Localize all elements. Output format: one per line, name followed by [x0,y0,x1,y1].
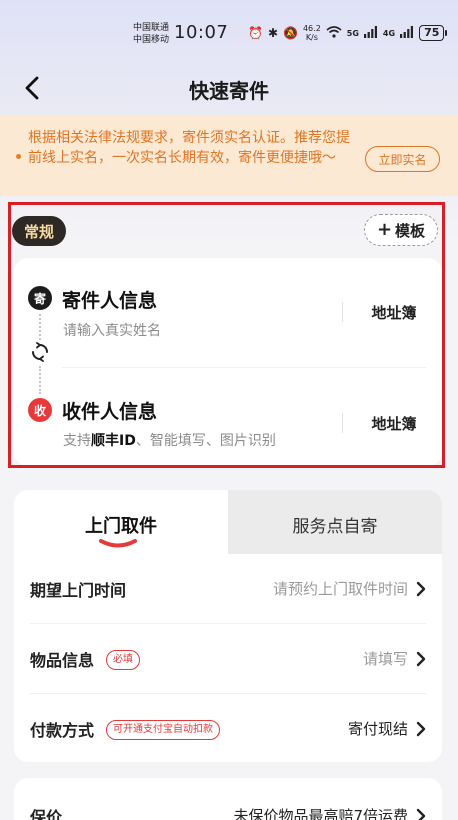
payment-method-row[interactable]: 付款方式 可开通支付宝自动扣款 寄付现结 [30,709,426,749]
pickup-time-row[interactable]: 期望上门时间 请预约上门取件时间 [30,569,426,609]
receiver-hint[interactable]: 支持顺丰ID、智能填写、图片识别 [63,430,276,450]
divider [30,693,426,694]
bluetooth-icon: ✱ [267,26,279,40]
battery-indicator: 75 [419,25,448,41]
status-icons: ⏰ ✱ 🔕 46.2 K/s 5G 4G 75 [248,22,448,44]
network-type-1: 5G [346,28,359,38]
template-button[interactable]: + 模板 [364,214,438,246]
row-label: 付款方式 [30,721,95,740]
chevron-right-icon [416,581,426,597]
nav-bar: 快速寄件 [0,66,458,110]
separator [342,413,343,433]
swap-icon[interactable] [30,342,50,362]
receiver-icon: 收 [28,398,52,422]
sender-icon: 寄 [28,286,52,310]
address-card: 寄 收 寄件人信息 请输入真实姓名 地址簿 收件人信息 支持顺丰ID、智能填写、… [14,258,442,466]
page-title: 快速寄件 [189,79,269,103]
row-label: 期望上门时间 [30,581,127,600]
divider [30,623,426,624]
tab-label: 服务点自寄 [292,517,378,537]
receiver-title[interactable]: 收件人信息 [62,397,157,424]
row-value: 寄付现结 [347,720,408,738]
notice-text: 根据相关法律法规要求，寄件须实名认证。推荐您提前线上实名，一次实名长期有效，寄件… [28,130,350,166]
wifi-icon [326,25,342,41]
regular-mode-badge[interactable]: 常规 [12,216,66,246]
status-time: 10:07 [174,22,229,43]
speed-value: 46.2 [302,24,321,33]
receiver-hint-bold: 顺丰ID [91,433,136,449]
connector-line [39,314,41,340]
carrier-1: 中国联通 [133,23,170,33]
receiver-hint-prefix: 支持 [63,433,91,449]
insurance-row[interactable]: 保价 未保价物品最高赔7倍运费 [30,796,426,820]
tab-label: 上门取件 [85,516,157,537]
verify-now-button[interactable]: 立即实名 [365,146,440,172]
active-tab-indicator [99,539,137,548]
speed-unit: K/s [305,33,318,42]
sender-title[interactable]: 寄件人信息 [62,286,157,313]
connector-line [39,366,41,394]
carrier-names: 中国联通 中国移动 [133,22,169,46]
sender-address-book-button[interactable]: 地址簿 [354,302,434,323]
tab-self-drop[interactable]: 服务点自寄 [228,490,442,554]
chevron-right-icon [416,721,426,737]
separator [342,302,343,322]
divider [62,367,426,368]
row-label: 保价 [30,808,63,820]
tab-door-pickup[interactable]: 上门取件 [14,490,228,554]
mute-icon: 🔕 [283,26,298,40]
template-label: 模板 [395,221,426,240]
notice-bullet [16,154,21,159]
status-bar: 中国联通 中国移动 10:07 ⏰ ✱ 🔕 46.2 K/s 5G 4G 75 [0,0,458,60]
alarm-icon: ⏰ [248,26,263,40]
receiver-hint-suffix: 、智能填写、图片识别 [135,433,276,449]
signal-icon-1 [363,25,378,41]
chevron-right-icon [416,808,426,820]
receiver-address-book-button[interactable]: 地址簿 [354,413,434,434]
row-value: 未保价物品最高赔7倍运费 [233,807,408,820]
required-tag: 必填 [106,650,140,670]
item-info-row[interactable]: 物品信息 必填 请填写 [30,639,426,679]
chevron-right-icon [416,651,426,667]
row-label: 物品信息 [30,651,95,670]
row-value: 请预约上门取件时间 [272,580,408,598]
real-name-notice: 根据相关法律法规要求，寄件须实名认证。推荐您提前线上实名，一次实名长期有效，寄件… [0,116,458,196]
service-card: 上门取件 服务点自寄 期望上门时间 请预约上门取件时间 物品信息 必填 请填写 … [14,490,442,762]
insurance-card: 保价 未保价物品最高赔7倍运费 [14,778,442,820]
network-speed: 46.2 K/s [303,24,321,42]
network-type-2: 4G [382,28,396,38]
signal-icon-2 [400,25,414,41]
alipay-auto-debit-tag: 可开通支付宝自动扣款 [106,720,220,740]
plus-icon: + [376,219,393,240]
sender-name-placeholder[interactable]: 请输入真实姓名 [63,320,161,340]
carrier-2: 中国移动 [133,35,170,45]
row-value: 请填写 [362,650,408,668]
